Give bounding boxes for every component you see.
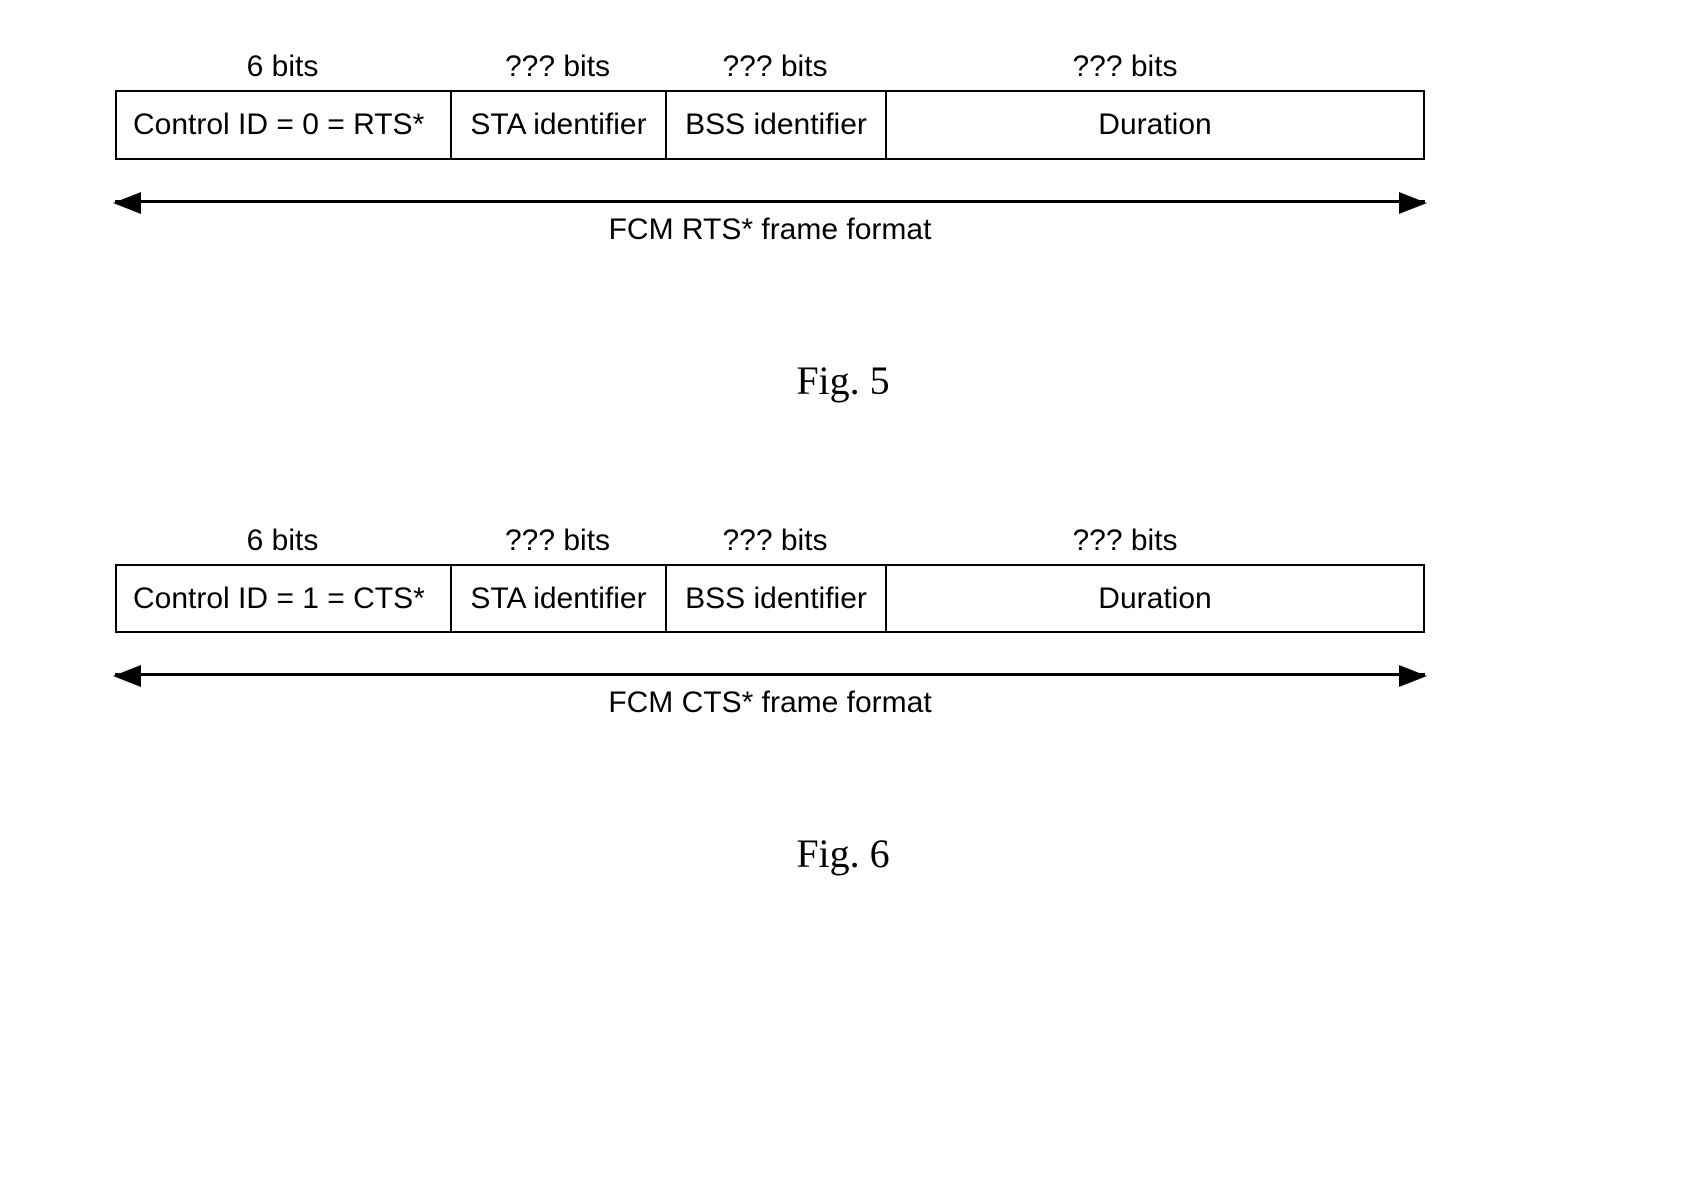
bss-identifier-cell: BSS identifier bbox=[667, 92, 887, 158]
arrow-right-icon bbox=[1399, 665, 1427, 687]
bit-label: 6 bits bbox=[115, 50, 450, 84]
arrow-right-icon bbox=[1399, 192, 1427, 214]
sta-identifier-cell: STA identifier bbox=[452, 92, 667, 158]
figure-caption: Fig. 5 bbox=[80, 357, 1606, 404]
arrow-label: FCM CTS* frame format bbox=[115, 686, 1425, 720]
figure-5: 6 bits ??? bits ??? bits ??? bits Contro… bbox=[80, 50, 1606, 404]
duration-cell: Duration bbox=[887, 566, 1423, 632]
bit-label: ??? bits bbox=[885, 50, 1365, 84]
frame-format-table: Control ID = 0 = RTS* STA identifier BSS… bbox=[115, 90, 1425, 160]
figure-caption: Fig. 6 bbox=[80, 830, 1606, 877]
figure-6: 6 bits ??? bits ??? bits ??? bits Contro… bbox=[80, 524, 1606, 878]
bit-label: 6 bits bbox=[115, 524, 450, 558]
bit-label: ??? bits bbox=[450, 50, 665, 84]
duration-cell: Duration bbox=[887, 92, 1423, 158]
sta-identifier-cell: STA identifier bbox=[452, 566, 667, 632]
control-id-cell: Control ID = 1 = CTS* bbox=[117, 566, 452, 632]
bit-label: ??? bits bbox=[450, 524, 665, 558]
arrow-label: FCM RTS* frame format bbox=[115, 213, 1425, 247]
arrow-left-icon bbox=[113, 192, 141, 214]
double-arrow: FCM RTS* frame format bbox=[115, 200, 1425, 247]
bss-identifier-cell: BSS identifier bbox=[667, 566, 887, 632]
bit-label: ??? bits bbox=[665, 524, 885, 558]
double-arrow: FCM CTS* frame format bbox=[115, 673, 1425, 720]
control-id-cell: Control ID = 0 = RTS* bbox=[117, 92, 452, 158]
bit-labels-row: 6 bits ??? bits ??? bits ??? bits bbox=[80, 50, 1606, 84]
arrow-line bbox=[115, 673, 1425, 676]
bit-label: ??? bits bbox=[885, 524, 1365, 558]
arrow-line bbox=[115, 200, 1425, 203]
arrow-left-icon bbox=[113, 665, 141, 687]
bit-labels-row: 6 bits ??? bits ??? bits ??? bits bbox=[80, 524, 1606, 558]
bit-label: ??? bits bbox=[665, 50, 885, 84]
frame-format-table: Control ID = 1 = CTS* STA identifier BSS… bbox=[115, 564, 1425, 634]
